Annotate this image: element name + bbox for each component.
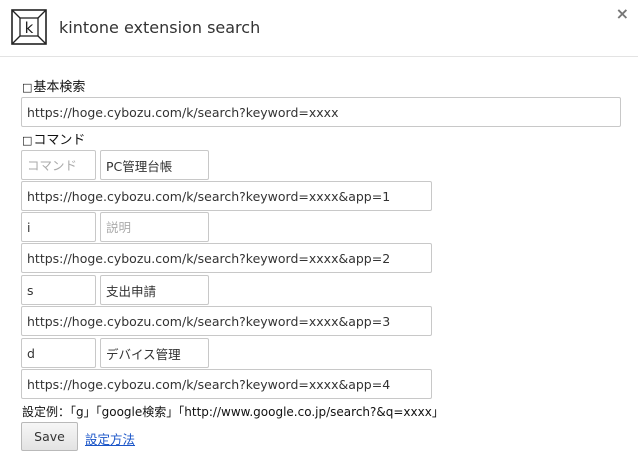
- close-icon[interactable]: ×: [616, 4, 629, 23]
- command-url-input-4[interactable]: [21, 369, 432, 399]
- basic-search-label: 基本検索: [33, 80, 86, 95]
- commands-heading: □コマンド: [22, 129, 85, 148]
- command-url-input-2[interactable]: [21, 243, 432, 273]
- kintone-logo-icon: k: [11, 9, 47, 45]
- command-key-input-3[interactable]: [21, 275, 96, 305]
- logo-letter: k: [25, 19, 34, 37]
- command-key-input-1[interactable]: [21, 150, 96, 180]
- command-name-input-1[interactable]: [100, 150, 209, 180]
- checkbox-mark-icon: □: [22, 81, 33, 94]
- dialog-header: k kintone extension search ×: [0, 0, 638, 57]
- command-name-input-3[interactable]: [100, 275, 209, 305]
- checkbox-mark-icon: □: [22, 134, 33, 147]
- command-name-input-2[interactable]: [100, 212, 209, 242]
- command-url-input-1[interactable]: [21, 181, 432, 211]
- command-name-input-4[interactable]: [100, 338, 209, 368]
- settings-example-text: 設定例：「g」「google検索」「http://www.google.co.j…: [22, 405, 444, 419]
- commands-label: コマンド: [33, 133, 86, 148]
- basic-search-heading: □基本検索: [22, 76, 85, 95]
- command-url-input-3[interactable]: [21, 306, 432, 336]
- setup-method-link[interactable]: 設定方法: [85, 429, 135, 448]
- command-key-input-2[interactable]: [21, 212, 96, 242]
- app-title: kintone extension search: [59, 18, 261, 37]
- save-button[interactable]: Save: [21, 422, 78, 451]
- command-key-input-4[interactable]: [21, 338, 96, 368]
- basic-search-url-input[interactable]: [21, 97, 621, 127]
